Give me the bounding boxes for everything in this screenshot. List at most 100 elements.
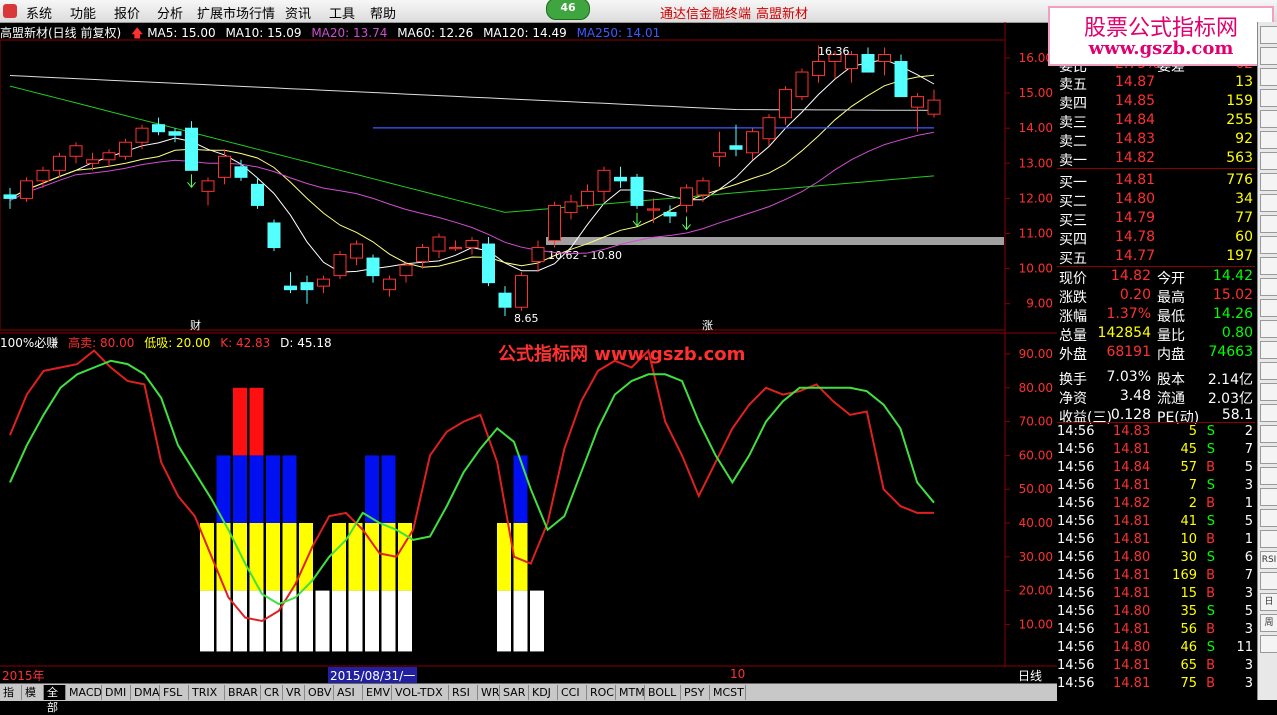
- indicator-tab-fsl[interactable]: FSL: [160, 685, 189, 700]
- indicator-tab-sar[interactable]: SAR: [500, 685, 529, 700]
- tool-button[interactable]: [1260, 131, 1277, 149]
- bid-row[interactable]: 买三 14.79 77: [1057, 210, 1255, 229]
- indicator-tab-vr[interactable]: VR: [283, 685, 305, 700]
- indicator-tab-kdj[interactable]: KDJ: [529, 685, 558, 700]
- tool-button[interactable]: [1260, 572, 1277, 590]
- tool-button[interactable]: [1260, 404, 1277, 422]
- tool-button[interactable]: [1260, 320, 1277, 338]
- buy-low-label: 低吸: 20.00: [144, 336, 211, 350]
- tool-button[interactable]: [1260, 635, 1277, 653]
- tool-button[interactable]: [1260, 278, 1277, 296]
- signal-bar: [381, 590, 396, 652]
- tool-button[interactable]: [1260, 47, 1277, 65]
- indicator-tab-指标[interactable]: 指标: [0, 685, 22, 714]
- indicator-tab-asi[interactable]: ASI: [334, 685, 363, 700]
- trade-row[interactable]: 14:56 14.82 2 B 1: [1057, 496, 1255, 514]
- ask-row[interactable]: 卖三 14.84 255: [1057, 112, 1255, 131]
- indicator-tab-roc[interactable]: ROC: [587, 685, 616, 700]
- indicator-tab-模板[interactable]: 模板: [22, 685, 44, 714]
- bid-row[interactable]: 买四 14.78 60: [1057, 229, 1255, 248]
- tool-button[interactable]: [1260, 236, 1277, 254]
- trade-row[interactable]: 14:56 14.81 7 S 3: [1057, 478, 1255, 496]
- quote-row[interactable]: 净资 3.48 流通 2.03亿: [1057, 388, 1255, 407]
- tool-button[interactable]: [1260, 68, 1277, 86]
- indicator-tab-obv[interactable]: OBV: [305, 685, 334, 700]
- indicator-tab-wr[interactable]: WR: [478, 685, 500, 700]
- trade-row[interactable]: 14:56 14.81 41 S 5: [1057, 514, 1255, 532]
- tool-button[interactable]: [1260, 425, 1277, 443]
- indicator-tab-cr[interactable]: CR: [261, 685, 283, 700]
- trade-row[interactable]: 14:56 14.81 10 B 1: [1057, 532, 1255, 550]
- quote-row[interactable]: 换手 7.03% 股本 2.14亿: [1057, 369, 1255, 388]
- candle-body: [779, 89, 792, 119]
- quote-row[interactable]: 总量 142854 量比 0.80: [1057, 325, 1255, 344]
- indicator-tab-dmi[interactable]: DMI: [102, 685, 131, 700]
- tool-button[interactable]: [1260, 89, 1277, 107]
- bid-row[interactable]: 买二 14.80 34: [1057, 191, 1255, 210]
- tool-button[interactable]: [1260, 383, 1277, 401]
- indicator-tab-trix[interactable]: TRIX: [189, 685, 225, 700]
- trade-price: 14.81: [1113, 622, 1151, 637]
- indicator-tab-psy[interactable]: PSY: [681, 685, 710, 700]
- trade-row[interactable]: 14:56 14.81 56 B 3: [1057, 622, 1255, 640]
- trade-row[interactable]: 14:56 14.80 30 S 6: [1057, 550, 1255, 568]
- tool-button[interactable]: [1260, 509, 1277, 527]
- trade-row[interactable]: 14:56 14.84 57 B 5: [1057, 460, 1255, 478]
- tool-button[interactable]: [1260, 173, 1277, 191]
- tool-button[interactable]: RSI: [1260, 551, 1277, 569]
- tool-button[interactable]: [1260, 257, 1277, 275]
- tool-button[interactable]: [1260, 467, 1277, 485]
- tool-button[interactable]: [1260, 26, 1277, 44]
- tool-button[interactable]: [1260, 299, 1277, 317]
- quote-row[interactable]: 现价 14.82 今开 14.42: [1057, 268, 1255, 287]
- ask-row[interactable]: 卖一 14.82 563: [1057, 150, 1255, 169]
- ask-row[interactable]: 卖五 14.87 13: [1057, 74, 1255, 93]
- trade-side: B: [1206, 460, 1215, 475]
- bid-row[interactable]: 买五 14.77 197: [1057, 248, 1255, 267]
- ask-row[interactable]: 卖四 14.85 159: [1057, 93, 1255, 112]
- indicator-tab-brar[interactable]: BRAR: [225, 685, 261, 700]
- tool-button[interactable]: [1260, 446, 1277, 464]
- indicator-tab-cci[interactable]: CCI: [558, 685, 587, 700]
- trade-row[interactable]: 14:56 14.80 35 S 5: [1057, 604, 1255, 622]
- tool-button[interactable]: [1260, 194, 1277, 212]
- trade-row[interactable]: 14:56 14.81 65 B 3: [1057, 658, 1255, 676]
- indicator-tab-mcst[interactable]: MCST: [710, 685, 746, 700]
- tool-button[interactable]: [1260, 488, 1277, 506]
- tool-button[interactable]: [1260, 152, 1277, 170]
- tool-button[interactable]: 周: [1260, 614, 1277, 632]
- trade-count: 5: [1244, 460, 1253, 475]
- stock-title[interactable]: 高盟新材(日线 前复权): [0, 26, 121, 40]
- quote-row[interactable]: 外盘 68191 内盘 74663: [1057, 344, 1255, 363]
- tool-button[interactable]: [1260, 110, 1277, 128]
- trade-time: 14:56: [1057, 550, 1095, 565]
- ask-price: 14.85: [1115, 93, 1156, 109]
- trade-row[interactable]: 14:56 14.80 46 S 11: [1057, 640, 1255, 658]
- price-tick-label: 10.00: [1019, 262, 1053, 276]
- indicator-tab-vol-tdx[interactable]: VOL-TDX: [392, 685, 449, 700]
- period-label[interactable]: 日线: [1018, 667, 1042, 684]
- quote-row[interactable]: 涨跌 0.20 最高 15.02: [1057, 287, 1255, 306]
- trade-row[interactable]: 14:56 14.81 15 B 3: [1057, 586, 1255, 604]
- tool-button[interactable]: [1260, 341, 1277, 359]
- tool-button[interactable]: [1260, 530, 1277, 548]
- trade-row[interactable]: 14:56 14.81 169 B 7: [1057, 568, 1255, 586]
- tool-button[interactable]: [1260, 362, 1277, 380]
- trade-row[interactable]: 14:56 14.81 75 B 3: [1057, 676, 1255, 694]
- indicator-tab-mtm[interactable]: MTM: [616, 685, 645, 700]
- tool-button[interactable]: [1260, 215, 1277, 233]
- indicator-tab-macd[interactable]: MACD: [66, 685, 102, 700]
- bid-row[interactable]: 买一 14.81 776: [1057, 172, 1255, 191]
- trade-row[interactable]: 14:56 14.81 45 S 7: [1057, 442, 1255, 460]
- indicator-title[interactable]: 100%必赚: [0, 336, 58, 350]
- signal-bar: [332, 590, 346, 652]
- indicator-tab-dma[interactable]: DMA: [131, 685, 160, 700]
- indicator-tab-boll[interactable]: BOLL: [645, 685, 681, 700]
- ask-row[interactable]: 卖二 14.83 92: [1057, 131, 1255, 150]
- indicator-tab-rsi[interactable]: RSI: [449, 685, 478, 700]
- quote-row[interactable]: 涨幅 1.37% 最低 14.26: [1057, 306, 1255, 325]
- indicator-tab-emv[interactable]: EMV: [363, 685, 392, 700]
- tool-button[interactable]: 日: [1260, 593, 1277, 611]
- trade-row[interactable]: 14:56 14.83 5 S 2: [1057, 424, 1255, 442]
- indicator-tab-全部[interactable]: 全部: [44, 685, 66, 714]
